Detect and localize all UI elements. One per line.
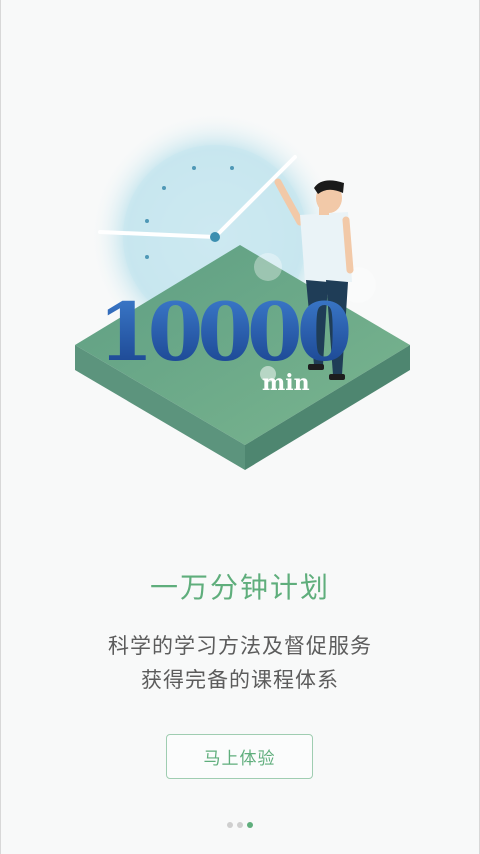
- onboarding-screen: 10000 min 一万分钟计划 科学的学习方法及督促服务 获得完备的课程体系 …: [0, 0, 480, 854]
- big-number-text: 10000: [98, 285, 349, 379]
- subtitle-line-2: 获得完备的课程体系: [141, 668, 339, 692]
- page-dot-2[interactable]: [237, 822, 243, 828]
- page-title: 一万分钟计划: [149, 571, 330, 604]
- unit-text: min: [262, 370, 310, 396]
- page-dot-3-active[interactable]: [247, 822, 253, 828]
- page-indicator: [0, 822, 480, 828]
- subtitle-line-1: 科学的学习方法及督促服务: [108, 634, 372, 658]
- start-experience-button[interactable]: 马上体验: [166, 734, 313, 779]
- hero-illustration: 10000 min: [0, 0, 480, 520]
- page-dot-1[interactable]: [227, 822, 233, 828]
